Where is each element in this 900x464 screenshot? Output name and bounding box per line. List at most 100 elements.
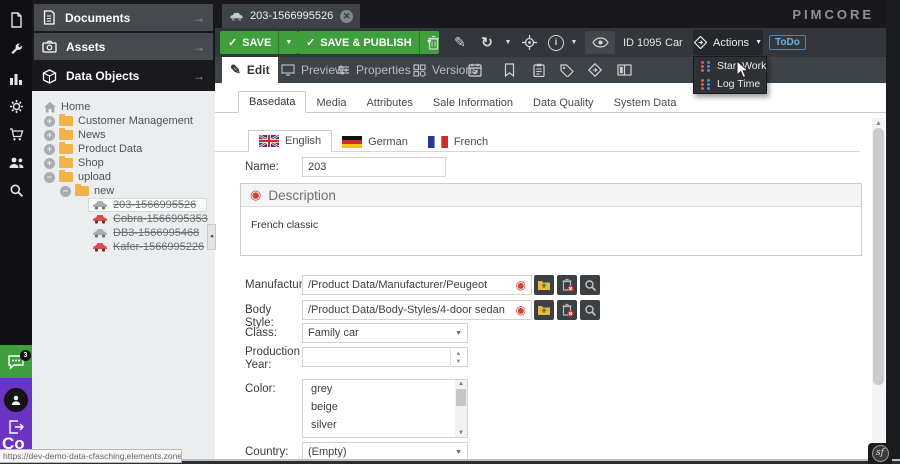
search-reference-button[interactable] (580, 300, 600, 320)
car-icon (92, 228, 108, 238)
locate-in-tree-button[interactable] (516, 31, 542, 54)
wrench-icon[interactable] (0, 37, 32, 61)
remove-reference-button[interactable] (557, 275, 577, 295)
manufacturer-field[interactable]: /Product Data/Manufacturer/Peugeot ◉ (302, 275, 532, 295)
tab-lang-english[interactable]: English (248, 130, 332, 152)
save-publish-label: SAVE & PUBLISH (320, 37, 411, 49)
open-preview-eye-button[interactable] (585, 31, 615, 54)
listbox-scrollbar[interactable]: ▲ ▼ (455, 380, 467, 437)
tree-item-product-data[interactable]: + Product Data (44, 142, 142, 156)
collapse-icon[interactable]: − (44, 172, 55, 183)
menu-item-start-work[interactable]: Start Work (694, 57, 766, 75)
tree-item-203[interactable]: 203-1566995526 (92, 198, 196, 212)
rename-button[interactable]: ✎ (447, 31, 473, 54)
tree-item-customer-management[interactable]: + Customer Management (44, 114, 193, 128)
workflow-diamond-icon[interactable] (582, 60, 608, 80)
file-icon[interactable] (0, 8, 32, 32)
bookmark-icon[interactable] (496, 60, 522, 80)
notifications-button[interactable]: 3 (0, 345, 32, 378)
class-select[interactable]: Family car ▼ (302, 323, 468, 343)
info-dropdown-caret[interactable]: ▼ (567, 31, 581, 54)
search-icon[interactable] (0, 178, 32, 202)
tree-item-cobra[interactable]: Cobra-1566995353 (92, 212, 208, 226)
pimcore-logo: PIMCORE (792, 7, 874, 22)
cart-icon[interactable] (0, 122, 32, 146)
scrollbar-thumb[interactable] (873, 128, 884, 385)
scroll-down-icon[interactable]: ▼ (455, 430, 467, 436)
tree-item-shop[interactable]: + Shop (44, 156, 104, 170)
vertical-scrollbar[interactable]: ▲ ▼ (872, 118, 885, 459)
spinner-down-icon[interactable]: ▼ (456, 358, 462, 366)
notes-clipboard-icon[interactable] (526, 60, 552, 80)
users-icon[interactable] (0, 150, 32, 174)
spinner-up-icon[interactable]: ▲ (456, 350, 462, 358)
scroll-up-icon[interactable]: ▲ (872, 120, 885, 127)
save-dropdown-caret[interactable]: ▼ (278, 31, 298, 54)
logout-icon[interactable] (8, 420, 24, 434)
gear-icon[interactable] (0, 94, 32, 118)
save-button[interactable]: ✓ SAVE ▼ (220, 31, 298, 54)
production-year-spinner[interactable]: ▲▼ (302, 347, 468, 367)
panel-collapse-handle[interactable]: ◂ (207, 224, 216, 250)
sidebar-section-documents[interactable]: Documents → (34, 4, 213, 31)
scrollbar-thumb[interactable] (456, 389, 466, 406)
menu-item-label: Log Time (717, 78, 760, 90)
sidebar-section-data-objects[interactable]: Data Objects → (34, 62, 213, 90)
bar-chart-icon[interactable] (0, 66, 32, 90)
tab-edit[interactable]: ✎ Edit (222, 57, 278, 83)
body-style-field[interactable]: /Product Data/Body-Styles/4-door sedan ◉ (302, 300, 532, 320)
save-publish-button[interactable]: ✓ SAVE & PUBLISH ▼ (298, 31, 439, 54)
tab-sale-information[interactable]: Sale Information (423, 93, 523, 113)
scroll-up-icon[interactable]: ▲ (455, 381, 467, 387)
color-option[interactable]: grey (303, 380, 467, 398)
expand-icon[interactable]: + (44, 116, 55, 127)
delete-button[interactable] (420, 31, 446, 54)
color-option[interactable]: beige (303, 398, 467, 416)
reload-button[interactable]: ↻ (474, 31, 500, 54)
spinner-arrows[interactable]: ▲▼ (450, 349, 466, 367)
tag-icon[interactable] (554, 60, 580, 80)
tab-basedata[interactable]: Basedata (238, 91, 306, 113)
bullseye-icon: ◉ (516, 304, 526, 316)
description-header[interactable]: ◉ Description (241, 184, 861, 207)
tab-lang-german[interactable]: German (332, 132, 418, 152)
open-folder-button[interactable] (534, 275, 554, 295)
search-reference-button[interactable] (580, 275, 600, 295)
symfony-debug-badge[interactable]: sf (868, 443, 892, 464)
name-input[interactable] (302, 157, 446, 177)
tree-item-new[interactable]: − new (60, 184, 114, 198)
tab-data-quality[interactable]: Data Quality (523, 93, 604, 113)
menu-item-log-time[interactable]: Log Time (694, 75, 766, 93)
user-avatar[interactable] (4, 388, 28, 412)
tab-media[interactable]: Media (306, 93, 356, 113)
info-button[interactable]: i (543, 31, 569, 54)
tab-attributes[interactable]: Attributes (356, 93, 422, 113)
sidebar-section-assets[interactable]: Assets → (34, 33, 213, 60)
color-option[interactable]: silver (303, 416, 467, 434)
collapse-icon[interactable]: − (60, 186, 71, 197)
tree-item-home[interactable]: Home (44, 100, 90, 114)
save-label: SAVE (242, 37, 271, 49)
close-icon[interactable]: ✕ (340, 10, 353, 23)
folder-icon (75, 186, 89, 196)
open-object-tab[interactable]: 203-1566995526 ✕ (222, 4, 360, 28)
color-listbox[interactable]: grey beige silver ▲ ▼ (302, 379, 468, 438)
tab-lang-french[interactable]: French (418, 132, 498, 152)
description-editor[interactable]: French classic (241, 207, 861, 243)
schedule-calendar-icon[interactable] (462, 60, 488, 80)
open-folder-button[interactable] (534, 300, 554, 320)
expand-icon[interactable]: + (44, 144, 55, 155)
expand-icon[interactable]: + (44, 158, 55, 169)
browser-status-tooltip: https://dev-demo-data-cfasching.elements… (0, 449, 182, 463)
tab-system-data[interactable]: System Data (604, 93, 687, 113)
actions-button[interactable]: Actions ▼ (693, 30, 763, 55)
tree-item-upload[interactable]: − upload (44, 170, 111, 184)
split-columns-icon[interactable] (611, 60, 637, 80)
tree-item-kafer[interactable]: Kafer-1566995226 (92, 240, 204, 254)
reload-dropdown-caret[interactable]: ▼ (501, 31, 515, 54)
tree-item-db3[interactable]: DB3-1566995468 (92, 226, 199, 240)
expand-icon[interactable]: + (44, 130, 55, 141)
remove-reference-button[interactable] (557, 300, 577, 320)
country-select[interactable]: (Empty) ▼ (302, 442, 468, 460)
tree-item-news[interactable]: + News (44, 128, 106, 142)
